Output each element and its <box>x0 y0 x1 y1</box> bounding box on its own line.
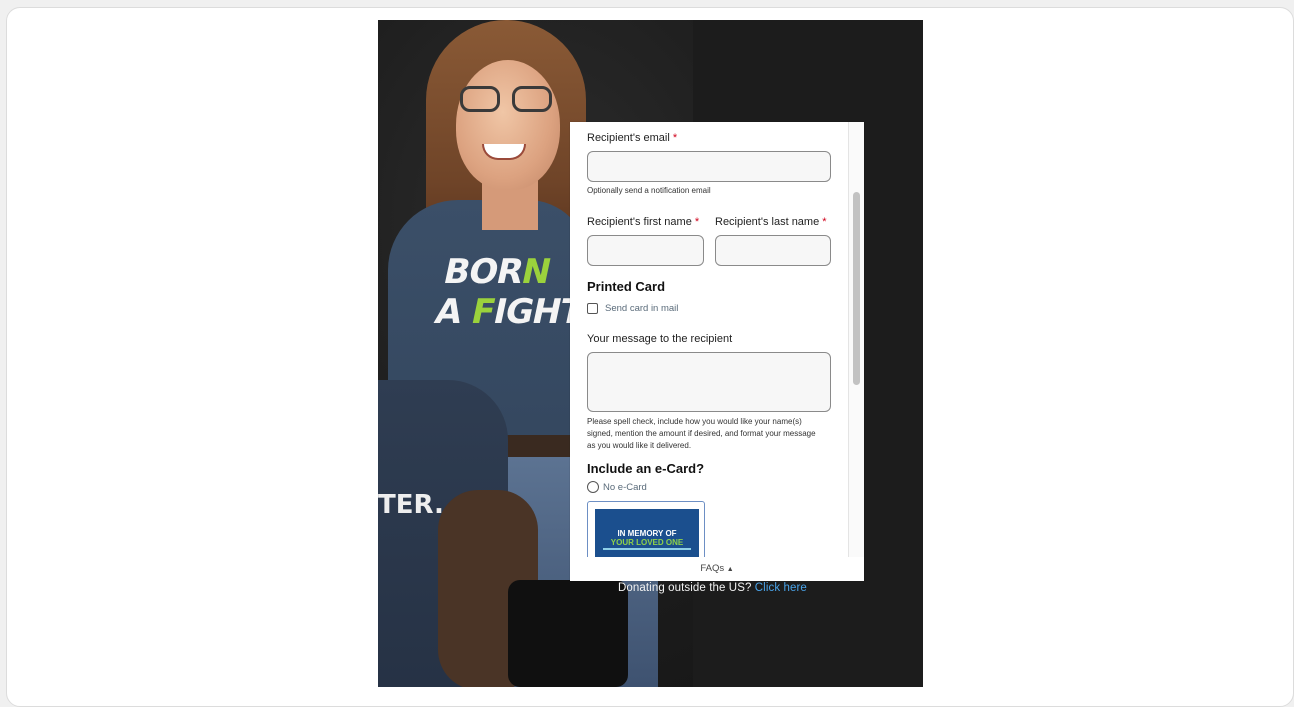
first-name-input[interactable] <box>587 235 704 266</box>
recipient-email-label: Recipient's email * <box>587 132 678 144</box>
no-ecard-label[interactable]: No e-Card <box>603 482 647 493</box>
outside-us-notice: Donating outside the US? Click here <box>618 582 807 594</box>
form-scrollbar-thumb[interactable] <box>853 192 860 385</box>
ecard-option-memory[interactable]: IN MEMORY OF YOUR LOVED ONE <box>587 501 705 557</box>
recipient-email-input[interactable] <box>587 151 831 182</box>
send-card-checkbox[interactable] <box>587 303 598 314</box>
faqs-toggle[interactable]: FAQs ▲ <box>570 557 864 581</box>
message-textarea[interactable] <box>587 352 831 412</box>
wheelchair <box>508 580 628 687</box>
ecard-subline <box>603 548 691 550</box>
no-ecard-radio[interactable] <box>587 481 599 493</box>
message-hint: Please spell check, include how you woul… <box>587 417 816 450</box>
click-here-link[interactable]: Click here <box>755 582 807 594</box>
first-name-label: Recipient's first name * <box>587 216 700 228</box>
ecard-line1: IN MEMORY OF <box>617 529 677 538</box>
donation-form-panel: Recipient's email * Optionally send a no… <box>570 122 864 581</box>
ecard-line2: YOUR LOVED ONE <box>610 538 684 547</box>
ecard-heading: Include an e-Card? <box>587 461 705 476</box>
send-card-label[interactable]: Send card in mail <box>605 303 678 314</box>
ecard-image: IN MEMORY OF YOUR LOVED ONE <box>595 509 699 557</box>
form-scroll-area[interactable]: Recipient's email * Optionally send a no… <box>570 122 848 557</box>
printed-card-heading: Printed Card <box>587 279 666 294</box>
seated-person-shirt-text: TER. <box>378 490 444 520</box>
faqs-label: FAQs <box>700 563 725 574</box>
caret-up-icon: ▲ <box>726 566 734 573</box>
message-label: Your message to the recipient <box>587 333 733 345</box>
woman-face <box>456 60 560 190</box>
glasses <box>460 86 556 112</box>
outside-us-text: Donating outside the US? <box>618 582 755 594</box>
form-scrollbar[interactable] <box>848 122 864 557</box>
last-name-label: Recipient's last name * <box>715 216 827 228</box>
recipient-email-hint: Optionally send a notification email <box>587 186 711 195</box>
last-name-input[interactable] <box>715 235 831 266</box>
